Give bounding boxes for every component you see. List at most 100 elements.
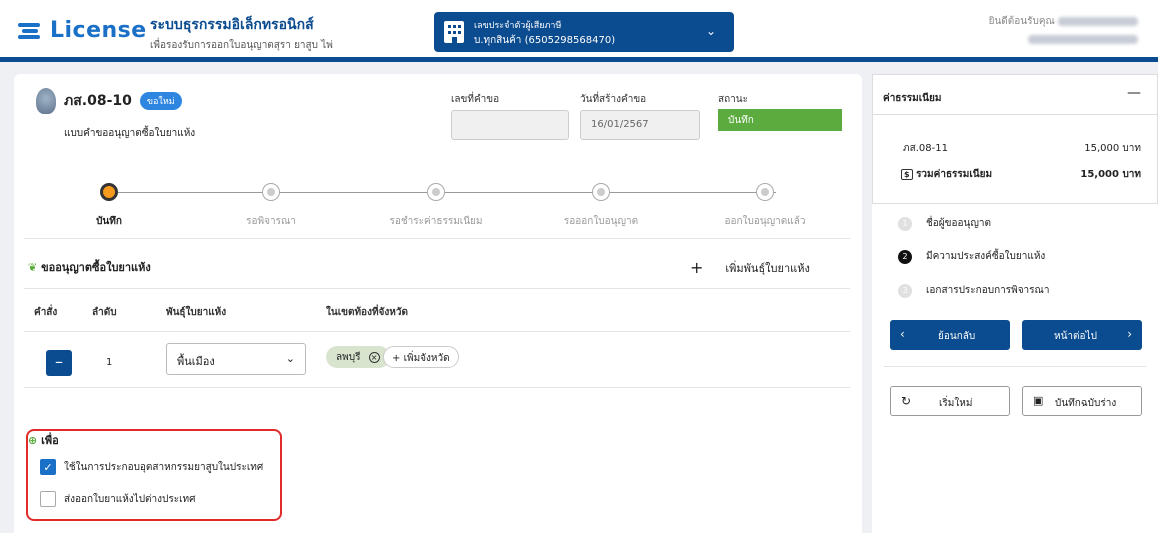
divider: [24, 387, 850, 388]
app-logo[interactable]: License: [18, 18, 147, 43]
fee-total-row: $ รวมค่าธรรมเนียม: [901, 167, 992, 182]
purpose-checkbox-domestic[interactable]: ✓: [40, 459, 56, 475]
fee-item-value: 15,000 บาท: [1084, 143, 1141, 154]
step-dot-issued: [756, 183, 774, 201]
add-province-label: เพิ่มจังหวัด: [403, 353, 450, 364]
step-dot-review: [262, 183, 280, 201]
reset-label: เริ่มใหม่: [939, 398, 973, 409]
next-button[interactable]: หน้าต่อไป ›: [1022, 320, 1142, 350]
step-label-awaiting-issue: รอออกใบอนุญาต: [563, 216, 639, 227]
emblem-icon: [36, 88, 56, 114]
save-draft-button[interactable]: ▣ บันทึกฉบับร่าง: [1022, 386, 1142, 416]
variety-select[interactable]: พื้นเมือง ⌄: [166, 343, 306, 375]
side-step-1-label: ชื่อผู้ขออนุญาต: [926, 218, 991, 229]
logo-text: License: [50, 18, 147, 43]
side-step-1-number: 1: [898, 216, 912, 231]
next-label: หน้าต่อไป: [1054, 331, 1097, 342]
purpose-highlight-box: ✓ ใช้ในการประกอบอุตสาหกรรมยาสูบในประเทศ …: [26, 429, 282, 521]
province-chip: ลพบุรี ×: [326, 346, 390, 368]
fee-item-label: ภส.08-11: [903, 143, 948, 154]
variety-select-value: พื้นเมือง: [177, 355, 215, 368]
side-step-3-number: 3: [898, 283, 912, 298]
chevron-left-icon: ‹: [900, 327, 905, 341]
sprout-icon: ❦: [28, 261, 38, 274]
add-variety-label: เพิ่มพันธุ์ใบยาแห้ง: [725, 261, 810, 275]
request-no-label: เลขที่คำขอ: [451, 94, 500, 105]
created-date-field: 16/01/2567: [580, 110, 700, 140]
remove-row-button[interactable]: –: [46, 350, 72, 376]
divider: [24, 331, 850, 332]
col-header-index: ลำดับ: [92, 307, 117, 318]
col-header-variety: พันธุ์ใบยาแห้ง: [166, 307, 227, 318]
step-label-review: รอพิจารณา: [246, 216, 296, 227]
form-name: แบบคำขออนุญาตซื้อใบยาแห้ง: [64, 128, 196, 139]
form-header: ภส.08-10 ขอใหม่: [36, 88, 182, 114]
add-variety-button[interactable]: + เพิ่มพันธุ์ใบยาแห้ง: [690, 258, 810, 277]
building-icon: [444, 21, 464, 43]
minus-icon: –: [55, 352, 63, 371]
taxpayer-selector[interactable]: เลขประจำตัวผู้เสียภาษี บ.ทุกสินค้า (6505…: [434, 12, 734, 52]
divider: [24, 238, 850, 239]
step-label-payment: รอชำระค่าธรรมเนียม: [389, 216, 483, 227]
request-no-field: [451, 110, 569, 140]
divider: [884, 366, 1146, 367]
purpose-label-export: ส่งออกใบยาแห้งไปต่างประเทศ: [64, 494, 196, 505]
status-badge: บันทึก: [718, 109, 842, 131]
purpose-checkbox-export[interactable]: [40, 491, 56, 507]
logo-mark-icon: [18, 20, 46, 42]
side-step-3[interactable]: 3 เอกสารประกอบการพิจารณา: [898, 283, 1049, 298]
form-code: ภส.08-10: [64, 93, 132, 109]
row-index: 1: [106, 357, 113, 368]
chevron-right-icon: ›: [1127, 327, 1132, 341]
plus-icon: +: [690, 258, 704, 277]
system-title-block: ระบบธุรกรรมอิเล็กทรอนิกส์ เพื่อรองรับการ…: [150, 14, 333, 53]
purpose-label-domestic: ใช้ในการประกอบอุตสาหกรรมยาสูบในประเทศ: [64, 462, 264, 473]
section-title: ❦ ขออนุญาตซื้อใบยาแห้ง: [28, 258, 151, 276]
top-header: License ระบบธุรกรรมอิเล็กทรอนิกส์ เพื่อร…: [0, 0, 1158, 62]
back-button[interactable]: ‹ ย้อนกลับ: [890, 320, 1010, 350]
step-label-saved: บันทึก: [96, 216, 122, 227]
fee-title: ค่าธรรมเนียม: [883, 93, 942, 104]
side-step-2-number: 2: [898, 249, 912, 264]
side-step-2[interactable]: 2 มีความประสงค์ซื้อใบยาแห้ง: [898, 249, 1045, 264]
province-chip-label: ลพบุรี: [336, 352, 361, 363]
status-label: สถานะ: [718, 94, 748, 105]
chevron-down-icon: ⌄: [285, 352, 295, 365]
money-icon: $: [901, 169, 913, 180]
col-header-command: คำสั่ง: [34, 307, 58, 318]
section-title-text: ขออนุญาตซื้อใบยาแห้ง: [41, 261, 151, 274]
system-title: ระบบธุรกรรมอิเล็กทรอนิกส์: [150, 17, 314, 33]
taxpayer-value: บ.ทุกสินค้า (6505298568470): [474, 35, 616, 46]
side-panel: 1 ชื่อผู้ขออนุญาต 2 มีความประสงค์ซื้อใบย…: [872, 204, 1158, 533]
taxpayer-label: เลขประจำตัวผู้เสียภาษี: [474, 21, 562, 31]
plus-icon: +: [392, 353, 401, 364]
fee-total-value: 15,000 บาท: [1080, 169, 1141, 180]
step-dot-awaiting-issue: [592, 183, 610, 201]
step-dot-saved: [100, 183, 118, 201]
reset-button[interactable]: ↻ เริ่มใหม่: [890, 386, 1010, 416]
user-name-redacted: [1058, 16, 1138, 26]
side-step-3-label: เอกสารประกอบการพิจารณา: [926, 285, 1050, 296]
side-step-1[interactable]: 1 ชื่อผู้ขออนุญาต: [898, 216, 991, 231]
collapse-icon[interactable]: —: [1127, 85, 1141, 101]
back-label: ย้อนกลับ: [938, 331, 976, 342]
refresh-icon: ↻: [901, 394, 912, 408]
fee-card-header[interactable]: ค่าธรรมเนียม —: [873, 75, 1157, 115]
user-email-redacted: [1028, 35, 1138, 44]
floppy-disk-icon: ▣: [1033, 394, 1044, 407]
fee-card: ค่าธรรมเนียม — ภส.08-11 15,000 บาท $ รวม…: [872, 74, 1158, 204]
side-step-2-label: มีความประสงค์ซื้อใบยาแห้ง: [926, 251, 1046, 262]
created-date-label: วันที่สร้างคำขอ: [580, 94, 647, 105]
chevron-down-icon: ⌄: [705, 24, 716, 38]
save-draft-label: บันทึกฉบับร่าง: [1055, 398, 1117, 409]
remove-province-icon[interactable]: ×: [368, 352, 380, 363]
process-stepper: บันทึก รอพิจารณา รอชำระค่าธรรมเนียม รอออ…: [14, 174, 862, 234]
divider: [24, 288, 850, 289]
welcome-text: ยินดีต้อนรับคุณ: [988, 16, 1055, 27]
add-province-button[interactable]: + เพิ่มจังหวัด: [383, 346, 459, 368]
welcome-block: ยินดีต้อนรับคุณ: [989, 14, 1138, 44]
fee-total-label: รวมค่าธรรมเนียม: [916, 169, 993, 180]
col-header-province: ในเขตท้องที่จังหวัด: [326, 307, 408, 318]
step-dot-payment: [427, 183, 445, 201]
system-subtitle: เพื่อรองรับการออกใบอนุญาตสุรา ยาสูบ ไพ่: [150, 40, 333, 51]
